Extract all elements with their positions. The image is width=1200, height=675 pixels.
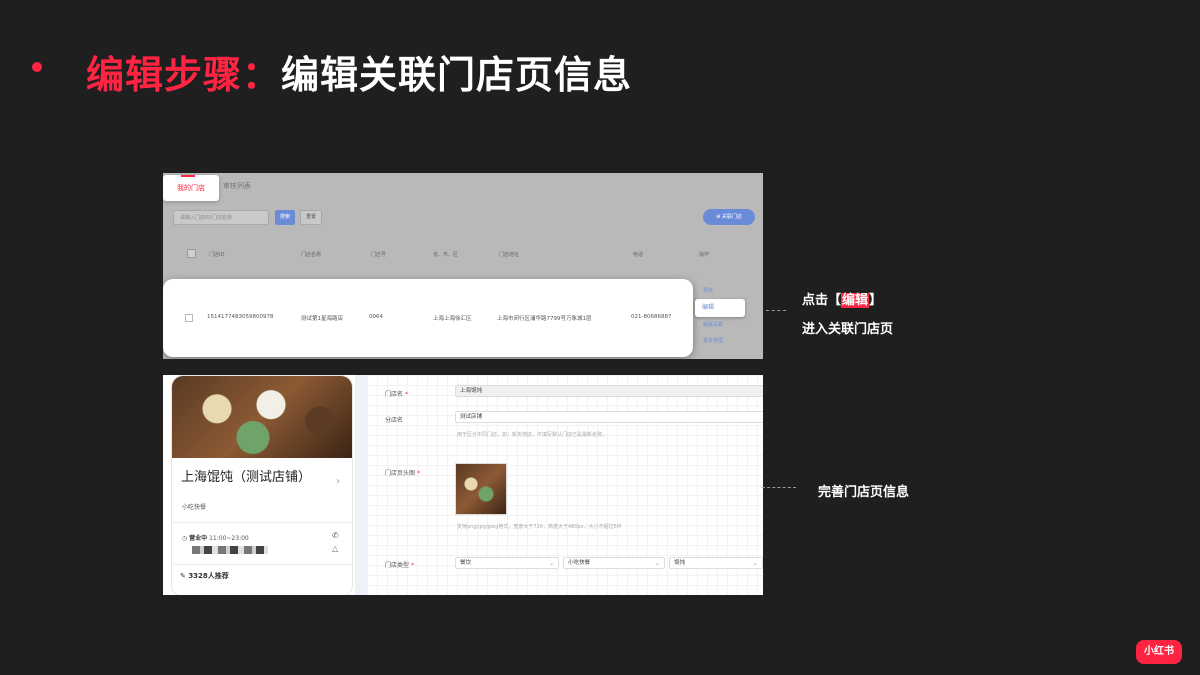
preview-status: 营业中 [189, 535, 208, 542]
select-all-checkbox[interactable] [187, 249, 196, 258]
preview-store-name: 上海馄饨（测试店铺） [181, 470, 312, 485]
annotation-enter-page: 进入关联门店页 [802, 322, 894, 337]
row-region: 上海上海徐汇区 [433, 316, 472, 322]
preview-hours-value: 11:00~23:00 [209, 535, 249, 542]
chevron-down-icon: ⌄ [752, 560, 758, 567]
col-address: 门店地址 [499, 252, 520, 258]
col-phone: 电话 [633, 252, 644, 258]
clock-icon: ◷ [182, 535, 188, 542]
tab-my-stores[interactable]: 我的门店 [163, 175, 219, 201]
annotation-complete-info: 完善门店页信息 [818, 485, 910, 500]
annotation-click-edit: 点击【编辑】 [802, 289, 882, 308]
annotation-highlight: 编辑 [841, 293, 870, 308]
store-header-photo [172, 376, 352, 458]
title-bullet [32, 62, 42, 72]
type-select-primary[interactable]: 餐饮 ⌄ [455, 557, 559, 569]
col-region: 省、市、区 [433, 252, 459, 258]
table-row: 1514177483059800978 测试第1星海路店 0064 上海上海徐汇… [163, 279, 693, 357]
header-image-upload[interactable] [455, 463, 507, 515]
connector-line-2 [762, 487, 796, 488]
preview-recommend: ✎ 3328人推荐 [180, 571, 229, 581]
divider [172, 564, 352, 565]
col-ops: 操作 [699, 252, 710, 258]
preview-hours: ◷ 营业中 11:00~23:00 [182, 533, 249, 542]
tab-review-list[interactable]: 审核列表 [223, 181, 251, 191]
col-store-id: 门店ID [209, 252, 225, 258]
panel-separator [355, 375, 367, 595]
chevron-down-icon: ⌄ [548, 560, 554, 567]
link-store-button[interactable]: ⊕ 关联门店 [703, 209, 755, 225]
preview-category: 小吃快餐 [182, 504, 207, 511]
branch-field[interactable]: 测试店铺 [455, 411, 763, 423]
row-operations: 预览 解除关联 更多类型 [701, 283, 763, 359]
pen-icon: ✎ [180, 572, 186, 580]
branch-hint: 用于区分不同门店，如：新天地店，不填写默认门店已是最新名称。 [457, 432, 608, 438]
row-phone: 021-80686887 [631, 314, 672, 320]
table-header: 门店ID 门店名称 门店号 省、市、区 门店地址 电话 操作 [163, 243, 763, 269]
row-store-id: 1514177483059800978 [207, 314, 274, 320]
recommend-count: 3328人推荐 [188, 572, 229, 580]
chevron-right-icon: › [336, 476, 340, 487]
chevron-down-icon: ⌄ [654, 560, 660, 567]
store-page-preview: 上海馄饨（测试店铺） › 小吃快餐 ◷ 营业中 11:00~23:00 ✆ △ … [171, 375, 353, 595]
header-image-label: 门店页头图 * [385, 470, 420, 477]
row-address: 上海市闵行区浦华路7799号万象城1层 [497, 316, 592, 322]
type-select-secondary[interactable]: 小吃快餐 ⌄ [563, 557, 665, 569]
preview-link[interactable]: 预览 [703, 287, 713, 294]
store-name-field[interactable]: 上海馄饨 [455, 385, 763, 397]
edit-button[interactable]: 编辑 [695, 299, 745, 317]
store-name-label: 门店名 * [385, 391, 408, 398]
row-store-no: 0064 [369, 314, 383, 320]
store-search-input[interactable]: 请输入门店ID/门店名称 [173, 210, 269, 225]
title-step-text: 编辑关联门店页信息 [281, 53, 633, 97]
row-store-name: 测试第1星海路店 [301, 316, 343, 322]
xiaohongshu-logo: 小红书 [1136, 640, 1182, 664]
store-list-screenshot: 我的门店 审核列表 请输入门店ID/门店名称 搜索 重置 ⊕ 关联门店 门店ID… [163, 173, 763, 359]
col-store-name: 门店名称 [301, 252, 322, 258]
type-select-tertiary[interactable]: 馄饨 ⌄ [669, 557, 763, 569]
annotation-suffix: 】 [869, 293, 883, 308]
navigation-icon: △ [332, 544, 339, 553]
phone-icon: ✆ [332, 531, 339, 540]
branch-label: 分店名 [385, 417, 404, 424]
blurred-address [192, 546, 268, 554]
col-store-no: 门店号 [371, 252, 387, 258]
image-hint: 支持png/jpg/jpeg格式，宽度大于720，高度大于480px，大小不超过… [457, 524, 622, 530]
store-edit-form: 门店名 * 上海馄饨 分店名 测试店铺 用于区分不同门店，如：新天地店，不填写默… [367, 375, 763, 595]
more-link[interactable]: 更多类型 [703, 337, 723, 344]
title-step-label: 编辑步骤： [86, 53, 282, 97]
connector-line-1 [766, 310, 786, 311]
store-edit-screenshot: 上海馄饨（测试店铺） › 小吃快餐 ◷ 营业中 11:00~23:00 ✆ △ … [163, 375, 763, 595]
search-button[interactable]: 搜索 [275, 210, 295, 225]
unlink-link[interactable]: 解除关联 [703, 321, 723, 328]
page-title: 编辑步骤：编辑关联门店页信息 [86, 44, 632, 99]
divider [172, 522, 352, 523]
store-type-label: 门店类型 * [385, 562, 414, 569]
annotation-prefix: 点击【 [802, 293, 842, 308]
reset-button[interactable]: 重置 [300, 210, 322, 225]
row-checkbox[interactable] [185, 314, 193, 322]
